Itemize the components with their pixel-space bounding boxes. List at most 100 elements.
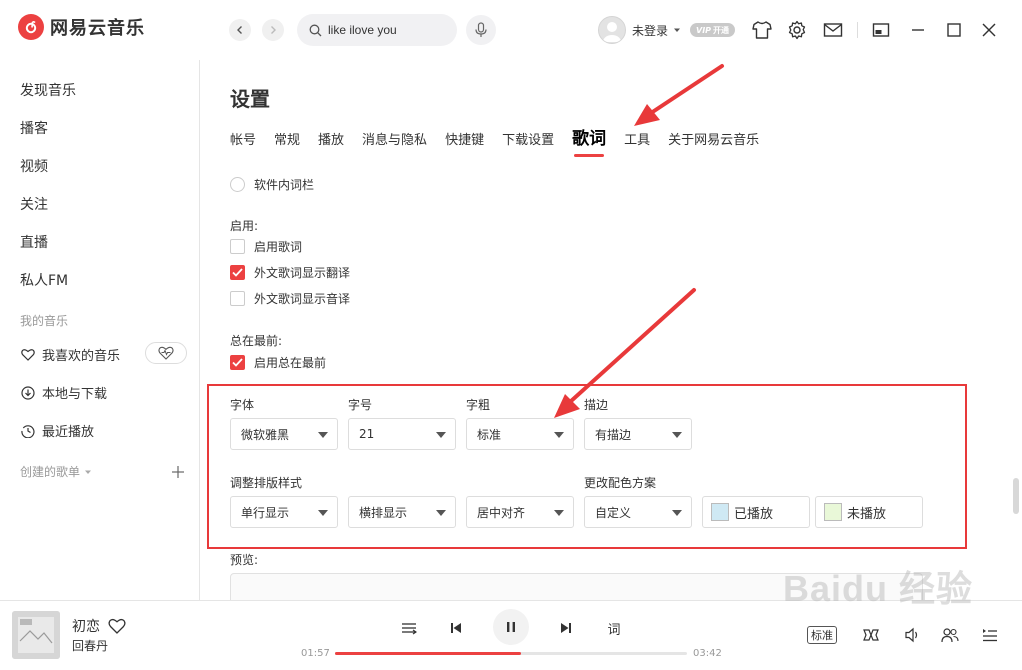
in-app-lyrics-option[interactable]: 软件内词栏 <box>230 176 314 193</box>
sidebar-item-podcast[interactable]: 播客 <box>20 118 48 138</box>
orientation-select[interactable]: 横排显示 <box>348 496 456 528</box>
checkbox[interactable] <box>230 239 245 254</box>
alignment-select[interactable]: 居中对齐 <box>466 496 574 528</box>
mini-player-icon <box>872 23 890 37</box>
mini-mode-button[interactable] <box>870 19 892 41</box>
sidebar-item-discover[interactable]: 发现音乐 <box>20 80 76 100</box>
tab-about[interactable]: 关于网易云音乐 <box>668 129 759 148</box>
song-title-row: 初恋 <box>72 616 126 636</box>
checkbox-checked[interactable] <box>230 265 245 280</box>
search-icon <box>309 24 322 36</box>
unplayed-color-swatch <box>824 503 842 521</box>
messages-button[interactable] <box>822 19 844 41</box>
caret-down-icon <box>85 470 92 474</box>
tab-tools[interactable]: 工具 <box>624 129 650 148</box>
sidebar-item-personal-fm[interactable]: 私人FM <box>20 270 68 290</box>
tab-general[interactable]: 常规 <box>274 129 300 148</box>
playlist-loop-icon <box>402 623 417 635</box>
created-playlists-label: 创建的歌单 <box>20 465 81 479</box>
next-button[interactable] <box>556 618 576 638</box>
always-on-top-option[interactable]: 启用总在最前 <box>230 354 326 371</box>
select-value: 微软雅黑 <box>241 427 290 442</box>
sidebar-item-recent[interactable]: 最近播放 <box>20 421 94 440</box>
skin-button[interactable] <box>751 19 773 41</box>
lyrics-toggle-button[interactable]: 词 <box>603 618 625 638</box>
listen-together-button[interactable] <box>940 625 960 645</box>
unplayed-color-button[interactable]: 未播放 <box>815 496 923 528</box>
volume-button[interactable] <box>902 625 922 645</box>
user-menu[interactable]: 未登录 VIP 开通 <box>598 16 736 44</box>
listen-together-icon <box>941 628 959 643</box>
pause-button[interactable] <box>493 609 529 645</box>
close-button[interactable] <box>978 19 1000 41</box>
font-weight-select[interactable]: 标准 <box>466 418 574 450</box>
dropdown-arrow-icon <box>672 432 682 438</box>
tab-playback[interactable]: 播放 <box>318 129 344 148</box>
heart-icon <box>20 347 36 363</box>
created-playlists-header[interactable]: 创建的歌单 <box>20 463 92 480</box>
song-artist[interactable]: 回春丹 <box>72 637 108 654</box>
show-romanization-option[interactable]: 外文歌词显示音译 <box>230 290 350 307</box>
sound-effect-button[interactable] <box>861 625 881 645</box>
select-value: 横排显示 <box>359 505 408 520</box>
tab-account[interactable]: 帐号 <box>230 129 256 148</box>
dropdown-arrow-icon <box>318 432 328 438</box>
color-scheme-select[interactable]: 自定义 <box>584 496 692 528</box>
checkbox[interactable] <box>230 291 245 306</box>
color-button-label: 已播放 <box>734 506 774 522</box>
option-label: 外文歌词显示翻译 <box>254 266 351 280</box>
minimize-button[interactable] <box>907 19 929 41</box>
app-name: 网易云音乐 <box>50 18 145 39</box>
app-logo[interactable]: 网易云音乐 <box>18 14 145 40</box>
current-time: 01:57 <box>301 648 330 659</box>
microphone-icon <box>475 22 487 37</box>
default-avatar-icon <box>603 22 621 42</box>
playlist-button[interactable] <box>980 625 1000 645</box>
voice-search-button[interactable] <box>466 15 496 45</box>
settings-button[interactable] <box>786 19 808 41</box>
checkmark-icon <box>232 358 243 367</box>
tab-lyrics[interactable]: 歌词 <box>572 124 606 157</box>
font-label: 字体 <box>230 398 255 412</box>
settings-scrollbar[interactable] <box>1013 478 1019 514</box>
skip-previous-icon <box>451 623 461 633</box>
sidebar-item-liked-music[interactable]: 我喜欢的音乐 <box>20 345 120 364</box>
maximize-button[interactable] <box>943 19 965 41</box>
search-input[interactable] <box>328 23 448 37</box>
enable-lyrics-option[interactable]: 启用歌词 <box>230 238 302 255</box>
vip-badge[interactable]: VIP 开通 <box>690 23 736 37</box>
stroke-select[interactable]: 有描边 <box>584 418 692 450</box>
song-title[interactable]: 初恋 <box>72 616 100 636</box>
tab-messages-privacy[interactable]: 消息与隐私 <box>362 129 427 148</box>
played-color-button[interactable]: 已播放 <box>702 496 810 528</box>
tab-download[interactable]: 下载设置 <box>502 129 554 148</box>
select-value: 标准 <box>477 427 502 442</box>
font-size-select[interactable]: 21 <box>348 418 456 450</box>
sound-effect-icon <box>863 629 879 641</box>
show-translation-option[interactable]: 外文歌词显示翻译 <box>230 264 350 281</box>
back-button[interactable] <box>229 19 251 41</box>
add-playlist-button[interactable] <box>172 462 184 483</box>
line-mode-select[interactable]: 单行显示 <box>230 496 338 528</box>
heartbeat-icon <box>158 346 174 360</box>
previous-button[interactable] <box>446 618 466 638</box>
sidebar-item-video[interactable]: 视频 <box>20 156 48 176</box>
dropdown-arrow-icon <box>554 510 564 516</box>
album-cover[interactable] <box>12 611 60 659</box>
forward-button[interactable] <box>262 19 284 41</box>
checkbox-checked[interactable] <box>230 355 245 370</box>
radio-button[interactable] <box>230 177 245 192</box>
search-box[interactable] <box>297 14 457 46</box>
chevron-left-icon <box>237 26 242 34</box>
font-select[interactable]: 微软雅黑 <box>230 418 338 450</box>
quality-button[interactable]: 标准 <box>807 626 837 644</box>
sidebar-item-live[interactable]: 直播 <box>20 232 48 252</box>
sidebar-item-local-download[interactable]: 本地与下载 <box>20 383 107 402</box>
progress-bar[interactable] <box>335 652 687 655</box>
heartbeat-mode-button[interactable] <box>145 342 187 364</box>
play-mode-button[interactable] <box>399 618 419 638</box>
tab-shortcuts[interactable]: 快捷键 <box>445 129 484 148</box>
like-heart-icon[interactable] <box>108 618 126 634</box>
settings-tabs: 帐号 常规 播放 消息与隐私 快捷键 下载设置 歌词 工具 关于网易云音乐 <box>230 124 777 157</box>
sidebar-item-follow[interactable]: 关注 <box>20 194 48 214</box>
